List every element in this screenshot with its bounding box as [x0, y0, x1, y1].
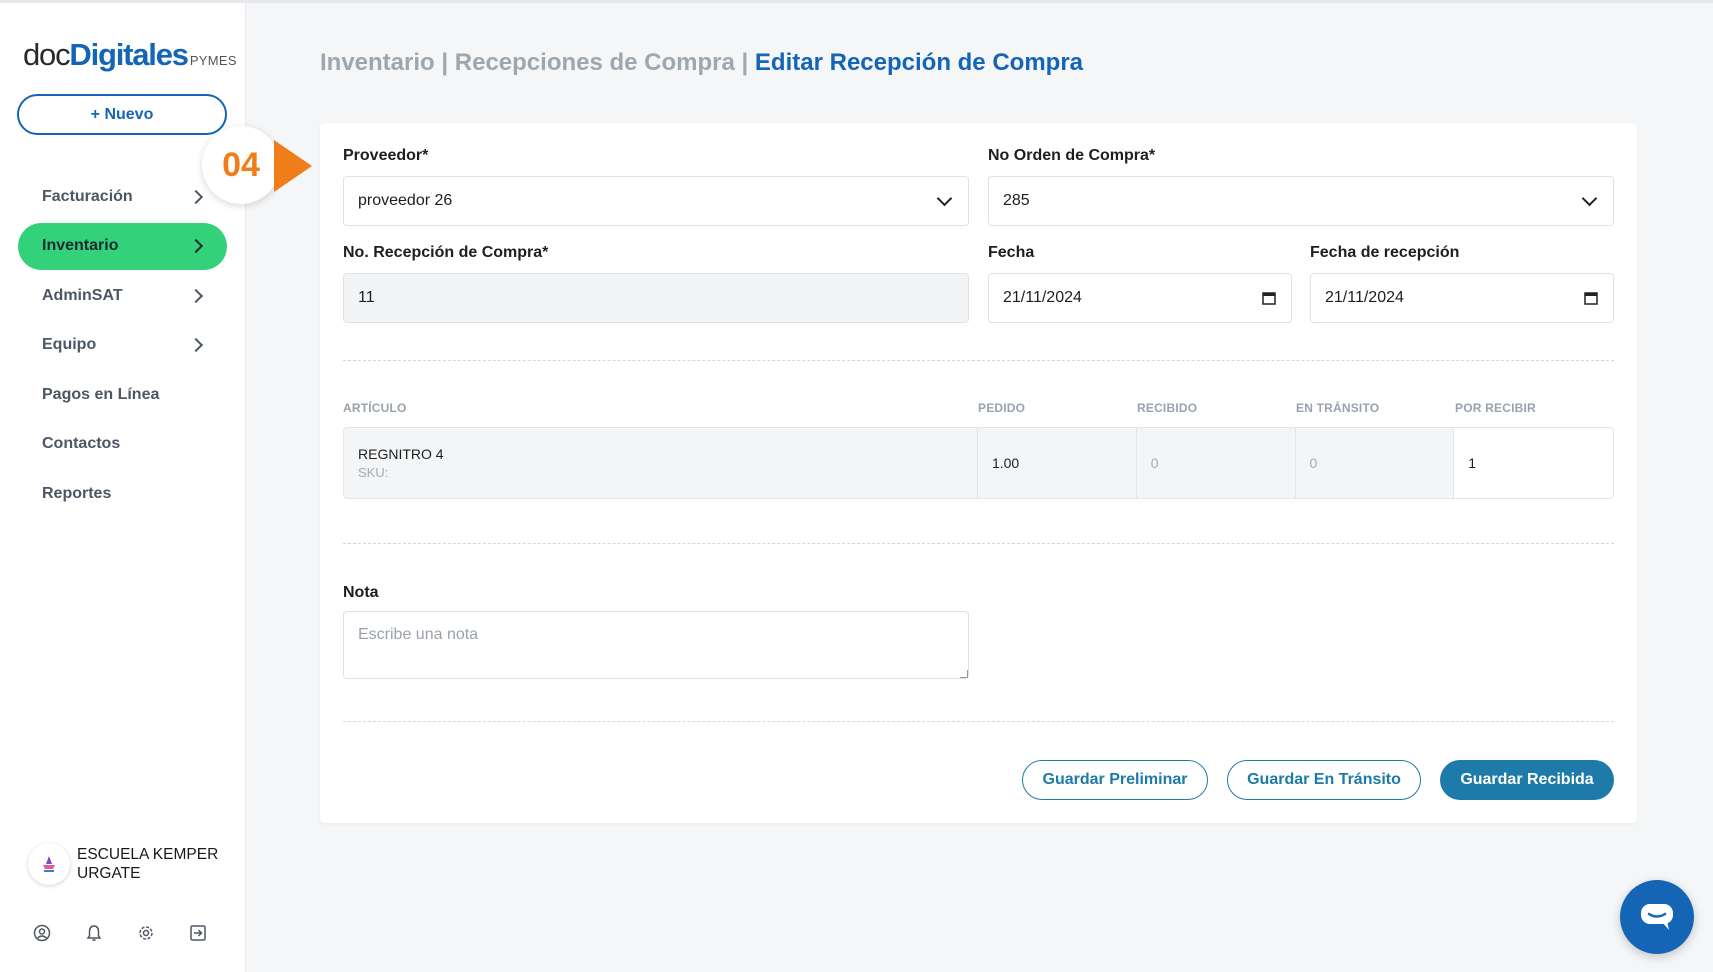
table-row: REGNITRO 4 SKU: 1.00 0 0 1	[343, 427, 1614, 499]
chevron-down-icon	[936, 190, 953, 206]
step-marker: 04	[202, 126, 280, 204]
por-recibir-input[interactable]: 1	[1454, 428, 1613, 498]
chat-icon	[1641, 904, 1673, 930]
recepcion-label: No. Recepción de Compra*	[343, 244, 549, 261]
en-transito-cell: 0	[1295, 428, 1455, 498]
reception-form-card: Proveedor* proveedor 26 No Orden de Comp…	[320, 123, 1637, 823]
col-articulo: Artículo	[343, 401, 407, 415]
nota-label: Nota	[343, 584, 379, 601]
sidebar-nav: Facturación Inventario AdminSAT Equipo P…	[18, 173, 227, 520]
breadcrumb: Inventario | Recepciones de Compra | Edi…	[320, 49, 1083, 76]
sidebar-item-facturacion[interactable]: Facturación	[18, 173, 227, 220]
calendar-icon[interactable]	[1583, 290, 1599, 306]
fecha-label: Fecha	[988, 244, 1035, 261]
sidebar-item-inventario[interactable]: Inventario	[18, 222, 227, 270]
proveedor-label: Proveedor*	[343, 147, 429, 164]
orden-label: No Orden de Compra*	[988, 147, 1156, 164]
logout-icon[interactable]	[188, 923, 208, 943]
sidebar-footer-icons	[32, 923, 208, 943]
sidebar-item-adminsat[interactable]: AdminSAT	[18, 272, 227, 319]
avatar	[28, 843, 70, 885]
divider	[343, 360, 1614, 361]
user-profile[interactable]: ESCUELA KEMPER URGATE	[28, 843, 227, 885]
divider	[343, 543, 1614, 544]
orden-select[interactable]: 285	[988, 176, 1614, 226]
chevron-right-icon	[188, 238, 204, 254]
chevron-right-icon	[188, 288, 204, 303]
school-logo-icon	[43, 856, 55, 872]
nota-textarea[interactable]: Escribe una nota	[343, 611, 969, 679]
sidebar-item-equipo[interactable]: Equipo	[18, 322, 227, 369]
sidebar-item-reportes[interactable]: Reportes	[18, 470, 227, 517]
articulo-cell: REGNITRO 4 SKU:	[344, 428, 978, 498]
new-button[interactable]: + Nuevo	[17, 94, 227, 135]
save-in-transit-button[interactable]: Guardar En Tránsito	[1227, 760, 1421, 800]
col-por-recibir: Por Recibir	[1455, 401, 1536, 415]
user-circle-icon[interactable]	[32, 923, 52, 943]
chat-button[interactable]	[1620, 880, 1694, 954]
recibido-cell: 0	[1136, 428, 1296, 498]
col-pedido: Pedido	[978, 401, 1026, 415]
pedido-cell: 1.00	[977, 428, 1137, 498]
col-recibido: Recibido	[1137, 401, 1198, 415]
col-en-transito: En Tránsito	[1296, 401, 1380, 415]
resize-handle[interactable]	[960, 670, 968, 678]
gear-icon[interactable]	[136, 923, 156, 943]
calendar-icon[interactable]	[1261, 290, 1277, 306]
chevron-right-icon	[188, 337, 204, 353]
page-title: Editar Recepción de Compra	[754, 49, 1083, 76]
fecha-recepcion-input[interactable]: 21/11/2024	[1310, 273, 1614, 323]
divider	[343, 721, 1614, 722]
top-border	[0, 0, 1713, 3]
chevron-down-icon	[1581, 190, 1598, 206]
recepcion-field: 11	[343, 273, 969, 323]
fecha-input[interactable]: 21/11/2024	[988, 273, 1292, 323]
proveedor-select[interactable]: proveedor 26	[343, 176, 969, 226]
user-name: ESCUELA KEMPER URGATE	[77, 846, 219, 882]
save-preliminary-button[interactable]: Guardar Preliminar	[1022, 760, 1208, 800]
step-arrow-icon	[274, 140, 312, 192]
chevron-right-icon	[188, 189, 204, 204]
bell-icon[interactable]	[84, 923, 104, 943]
fecha-recepcion-label: Fecha de recepción	[1310, 244, 1460, 261]
sidebar-item-pagos[interactable]: Pagos en Línea	[18, 371, 227, 418]
save-received-button[interactable]: Guardar Recibida	[1440, 760, 1614, 800]
sidebar-item-contactos[interactable]: Contactos	[18, 421, 227, 468]
app-logo[interactable]: docDigitales PYMES	[23, 37, 237, 73]
breadcrumb-recepciones[interactable]: Recepciones de Compra	[455, 49, 735, 76]
breadcrumb-inventario[interactable]: Inventario	[320, 49, 435, 76]
